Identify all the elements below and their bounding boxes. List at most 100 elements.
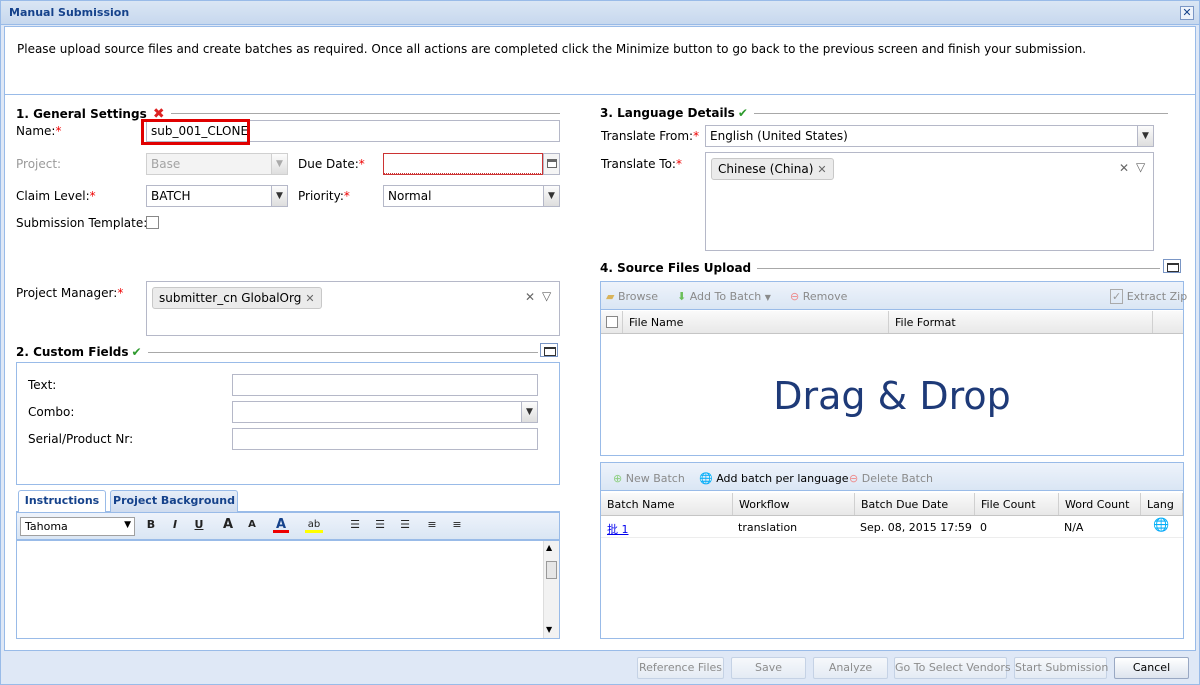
extract-zip-checkbox[interactable]: ✓ Extract Zip	[1110, 289, 1187, 304]
bold-button[interactable]: B	[143, 517, 159, 533]
translate-to-label: Translate To:*	[601, 157, 682, 171]
editor-scrollbar[interactable]: ▲ ▼	[543, 541, 559, 638]
priority-label: Priority:*	[298, 189, 350, 203]
remove-tag-icon: ✕	[817, 163, 827, 176]
submission-template-checkbox[interactable]	[146, 216, 159, 229]
col-workflow[interactable]: Workflow	[733, 493, 855, 515]
batch-word-count: N/A	[1064, 521, 1084, 534]
chevron-down-icon: ▼	[271, 154, 287, 174]
due-date-label: Due Date:*	[298, 157, 365, 171]
batches-grid-header: Batch Name Workflow Batch Due Date File …	[601, 493, 1183, 516]
ordered-list-icon[interactable]: ≡	[424, 517, 440, 533]
align-center-icon[interactable]: ☰	[372, 517, 388, 533]
col-file-format[interactable]: File Format	[889, 311, 1153, 333]
calendar-icon[interactable]	[543, 153, 560, 175]
claim-level-combo[interactable]: BATCH ▼	[146, 185, 288, 207]
pm-tag[interactable]: submitter_cn GlobalOrg ✕	[152, 287, 322, 309]
col-batch-due-date[interactable]: Batch Due Date	[855, 493, 975, 515]
start-submission-button[interactable]: Start Submission	[1014, 657, 1108, 679]
translate-to-tagfield[interactable]: Chinese (China) ✕ ✕ ▽	[705, 152, 1154, 251]
collapse-icon[interactable]	[540, 343, 558, 357]
go-to-select-vendors-button[interactable]: Go To Select Vendors	[894, 657, 1011, 679]
batch-name-link[interactable]: 批 1	[607, 521, 629, 537]
folder-icon: ▰	[606, 290, 615, 303]
col-batch-name[interactable]: Batch Name	[601, 493, 733, 515]
scroll-thumb[interactable]	[546, 561, 557, 579]
font-select[interactable]: Tahoma ▼	[20, 517, 135, 536]
translate-from-combo[interactable]: English (United States) ▼	[705, 125, 1154, 147]
batch-file-count: 0	[980, 521, 987, 534]
add-to-batch-button[interactable]: ⬇ Add To Batch ▼	[677, 290, 771, 303]
expand-icon[interactable]: ▽	[542, 289, 551, 303]
serial-input[interactable]	[232, 428, 538, 450]
col-lang[interactable]: Lang	[1141, 493, 1183, 515]
grow-font-button[interactable]: A	[220, 517, 236, 533]
chevron-down-icon: ▼	[543, 186, 559, 206]
reference-files-button[interactable]: Reference Files	[637, 657, 724, 679]
name-label: Name:*	[16, 124, 62, 138]
chevron-down-icon: ▼	[521, 402, 537, 422]
globe-icon[interactable]: 🌐	[1153, 518, 1169, 533]
clear-icon[interactable]: ✕	[525, 290, 535, 304]
window-titlebar[interactable]: Manual Submission ✕	[1, 1, 1199, 25]
drag-drop-zone[interactable]: Drag & Drop	[601, 374, 1183, 418]
underline-button[interactable]: U	[191, 517, 207, 533]
highlight-button[interactable]: ab	[305, 517, 323, 533]
analyze-button[interactable]: Analyze	[813, 657, 888, 679]
submission-template-label: Submission Template:	[16, 216, 148, 230]
project-manager-tagfield[interactable]: submitter_cn GlobalOrg ✕ ✕ ▽	[146, 281, 560, 336]
arrow-down-icon: ⬇	[677, 290, 687, 303]
text-input[interactable]	[232, 374, 538, 396]
col-file-name[interactable]: File Name	[623, 311, 889, 333]
language-details-title: 3. Language Details ✔	[600, 106, 754, 120]
serial-label: Serial/Product Nr:	[28, 432, 134, 446]
project-label: Project:	[16, 157, 62, 171]
save-button[interactable]: Save	[731, 657, 806, 679]
custom-fields-title: 2. Custom Fields ✔	[16, 345, 148, 359]
instructions-editor[interactable]: ▲ ▼	[16, 540, 560, 639]
batch-due-date: Sep. 08, 2015 17:59	[860, 521, 972, 534]
source-files-upload-title: 4. Source Files Upload	[600, 261, 758, 275]
shrink-font-button[interactable]: A	[244, 517, 260, 533]
add-batch-per-language-button[interactable]: 🌐 Add batch per language	[699, 472, 849, 485]
align-left-icon[interactable]: ☰	[347, 517, 363, 533]
table-row[interactable]: 批 1 translation Sep. 08, 2015 17:59 0 N/…	[601, 516, 1183, 538]
check-icon: ✔	[131, 345, 142, 359]
remove-button[interactable]: ⊖ Remove	[790, 290, 847, 303]
check-icon: ✓	[1110, 289, 1124, 304]
select-all-cell	[601, 311, 623, 333]
col-file-count[interactable]: File Count	[975, 493, 1059, 515]
expand-icon[interactable]: ▽	[1136, 160, 1145, 174]
clear-icon[interactable]: ✕	[1119, 161, 1129, 175]
chevron-down-icon: ▼	[124, 520, 131, 530]
notice-text: Please upload source files and create ba…	[17, 42, 1087, 56]
minus-circle-icon: ⊖	[849, 472, 859, 485]
cancel-button[interactable]: Cancel	[1114, 657, 1189, 679]
due-date-input[interactable]	[383, 153, 543, 175]
italic-button[interactable]: I	[167, 517, 183, 533]
project-combo: Base ▼	[146, 153, 288, 175]
new-batch-button[interactable]: ⊕ New Batch	[613, 472, 685, 485]
editor-toolbar: Tahoma ▼ B I U A A A ab ☰ ☰ ☰ ≡ ≡	[16, 512, 560, 540]
select-all-checkbox[interactable]	[606, 316, 618, 328]
files-grid-header: File Name File Format	[601, 311, 1183, 334]
priority-combo[interactable]: Normal ▼	[383, 185, 560, 207]
unordered-list-icon[interactable]: ≡	[449, 517, 465, 533]
align-right-icon[interactable]: ☰	[397, 517, 413, 533]
tab-instructions[interactable]: Instructions	[18, 490, 106, 513]
combo-select[interactable]: ▼	[232, 401, 538, 423]
language-tag[interactable]: Chinese (China) ✕	[711, 158, 834, 180]
instructions-notice: Please upload source files and create ba…	[5, 27, 1195, 95]
tab-project-background[interactable]: Project Background	[110, 490, 238, 512]
col-word-count[interactable]: Word Count	[1059, 493, 1141, 515]
invalid-underline	[383, 173, 543, 174]
close-icon[interactable]: ✕	[1180, 6, 1194, 20]
browse-button[interactable]: ▰ Browse	[606, 290, 658, 303]
claim-level-label: Claim Level:*	[16, 189, 96, 203]
font-color-button[interactable]: A	[273, 517, 289, 533]
delete-batch-button[interactable]: ⊖ Delete Batch	[849, 472, 933, 485]
calendar-glyph	[547, 159, 557, 168]
scroll-down-icon: ▼	[546, 625, 553, 634]
collapse-icon[interactable]	[1163, 259, 1181, 273]
translate-from-label: Translate From:*	[601, 129, 700, 143]
